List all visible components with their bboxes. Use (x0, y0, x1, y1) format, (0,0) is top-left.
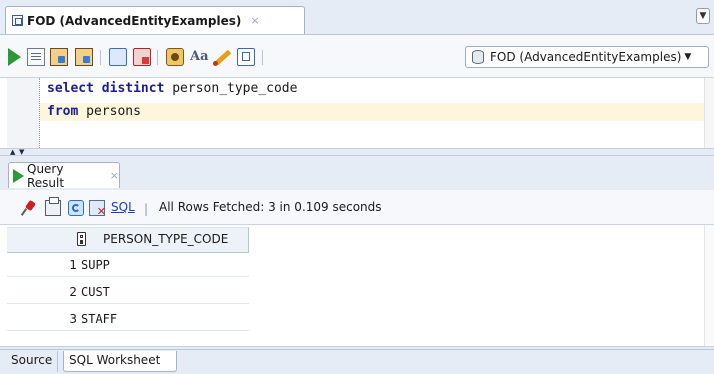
editor-gutter (7, 78, 39, 148)
pane-splitter[interactable]: ▲ ▼ (0, 148, 714, 156)
chevron-down-icon: ▼ (684, 52, 692, 62)
row-number: 3 (69, 312, 77, 326)
tab-query-result[interactable]: Query Result × (8, 161, 120, 190)
row-number: 1 (69, 258, 77, 272)
grid-scrollbar[interactable] (704, 225, 714, 349)
database-icon (472, 50, 484, 64)
editor-scrollbar[interactable] (704, 78, 714, 148)
cell-value[interactable]: CUST (81, 285, 110, 299)
tab-sql-worksheet[interactable]: SQL Worksheet (63, 351, 177, 372)
autotrace-icon[interactable] (133, 48, 151, 66)
sql-link[interactable]: SQL (111, 200, 135, 214)
toolbar-separator (262, 50, 263, 65)
connection-dropdown[interactable]: FOD (AdvancedEntityExamples) ▼ (465, 46, 709, 68)
pin-icon[interactable] (21, 200, 37, 216)
clear-eraser-icon[interactable] (213, 48, 231, 66)
tab-list-dropdown-button[interactable]: ▼ (696, 8, 710, 24)
code-line-2: from persons (47, 103, 141, 121)
change-case-icon[interactable]: Aa (190, 48, 209, 66)
table-row[interactable]: 2 CUST (7, 280, 249, 304)
rollback-icon[interactable] (75, 48, 93, 66)
cell-value[interactable]: STAFF (81, 312, 117, 326)
table-row[interactable]: 3 STAFF (7, 307, 249, 331)
collapse-up-icon[interactable]: ▲ (10, 149, 15, 156)
connection-label: FOD (AdvancedEntityExamples) (490, 50, 682, 64)
sql-text: person_type_code (164, 81, 298, 96)
column-header-person-type-code[interactable]: PERSON_TYPE_CODE (103, 232, 228, 246)
cell-value[interactable]: SUPP (81, 258, 110, 272)
tab-source[interactable]: Source (6, 351, 59, 372)
row-number: 2 (69, 285, 77, 299)
print-icon[interactable] (45, 197, 61, 216)
close-tab-icon[interactable]: × (250, 14, 259, 27)
sql-tuning-icon[interactable] (166, 48, 184, 66)
column-type-icon (77, 232, 86, 246)
sql-keyword: from (47, 104, 79, 119)
toolbar-separator (157, 50, 158, 65)
worksheet-icon (12, 15, 23, 26)
sql-keyword: select distinct (47, 81, 165, 96)
explain-plan-icon[interactable] (109, 48, 127, 66)
toolbar-separator: | (144, 202, 149, 216)
collapse-down-icon[interactable]: ▼ (19, 149, 24, 156)
fetch-status-text: All Rows Fetched: 3 in 0.109 seconds (159, 200, 382, 214)
tab-worksheet-fod[interactable]: FOD (AdvancedEntityExamples) × (5, 6, 305, 34)
run-icon (13, 168, 24, 183)
refresh-icon[interactable] (68, 200, 84, 216)
table-row[interactable]: 1 SUPP (7, 253, 249, 277)
sql-text: persons (78, 104, 141, 119)
code-line-1: select distinct person_type_code (47, 80, 297, 98)
commit-icon[interactable] (50, 48, 68, 66)
cancel-query-icon[interactable] (89, 200, 106, 218)
close-tab-icon[interactable]: × (110, 169, 119, 182)
toolbar-separator (100, 50, 101, 65)
tab-title: FOD (AdvancedEntityExamples) (27, 13, 242, 28)
run-statement-icon[interactable] (8, 48, 21, 66)
run-script-icon[interactable] (27, 48, 45, 66)
tab-title: Query Result (27, 161, 65, 190)
sql-history-icon[interactable] (237, 48, 255, 66)
